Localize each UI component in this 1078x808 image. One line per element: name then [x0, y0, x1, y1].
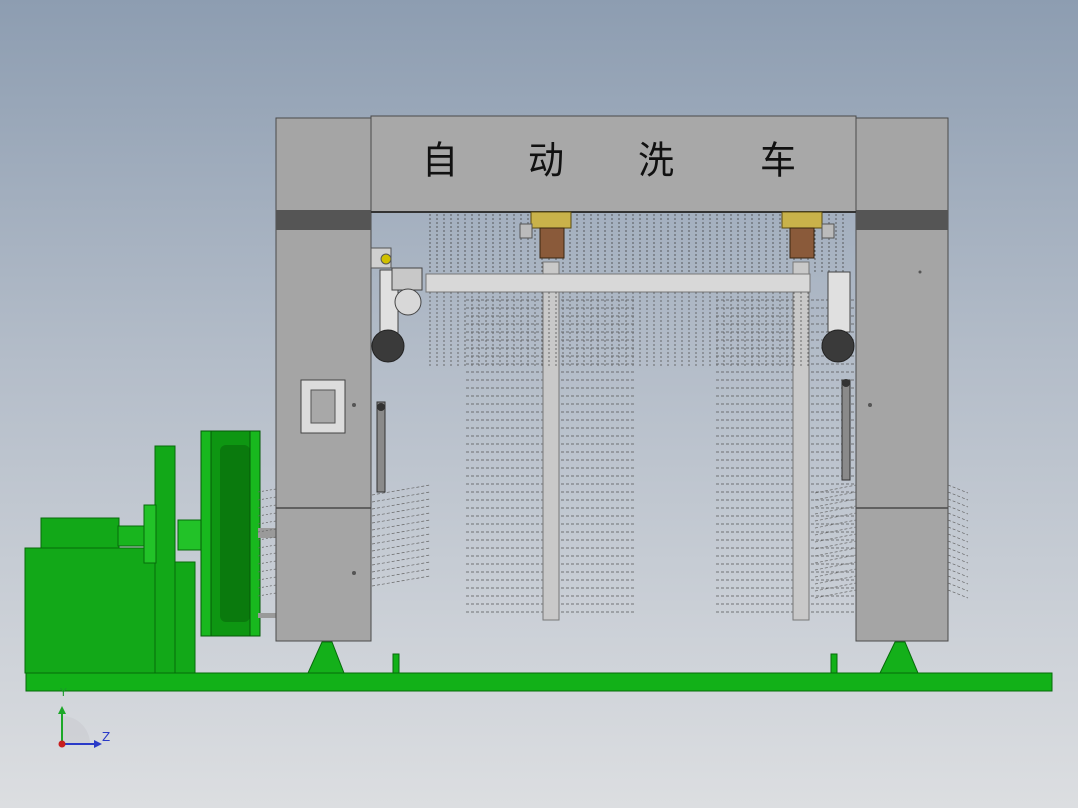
beam-title-char-4: 车 — [759, 140, 796, 184]
right-brush-pole — [792, 261, 810, 621]
right-foot — [879, 641, 919, 674]
beam-title-char-1: 自 — [421, 140, 458, 184]
cable-reel-core — [220, 445, 250, 622]
left-pillar-band — [276, 210, 371, 230]
right-pillar-band — [856, 210, 948, 230]
beam-title-char-3: 洗 — [637, 140, 674, 184]
left-lift-assembly — [370, 247, 423, 493]
base-rail — [25, 672, 1053, 692]
right-lift-assembly — [821, 271, 855, 481]
drive-motor-top — [40, 517, 120, 549]
drive-support-plate — [154, 445, 176, 674]
drive-support-side — [174, 561, 196, 674]
drive-motor-base — [24, 547, 157, 674]
triad-z-label: Z — [102, 730, 111, 744]
left-brush-pole — [542, 261, 560, 621]
reel-bracket — [258, 613, 276, 618]
beam-title-char-2: 动 — [527, 140, 564, 184]
cad-viewport[interactable]: 自 动 洗 车 Y Z — [0, 0, 1078, 808]
drive-coupling — [143, 504, 157, 564]
horizontal-brush-roller — [425, 273, 811, 293]
car-wash-model — [24, 115, 1053, 692]
right-gear-motor — [781, 211, 835, 259]
left-foot — [307, 641, 345, 674]
top-brush-bristles — [429, 214, 844, 272]
right-pillar — [855, 117, 949, 642]
triad-y-label: Y — [60, 686, 67, 699]
cable-reel-flange-left — [200, 430, 212, 637]
